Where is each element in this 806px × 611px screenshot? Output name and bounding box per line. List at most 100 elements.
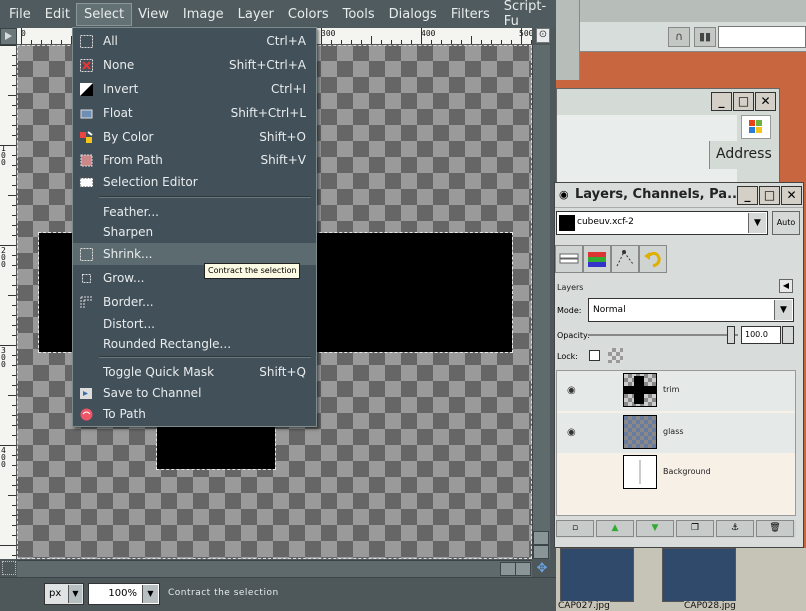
horizontal-scrollbar[interactable] (17, 560, 532, 577)
minimize-button[interactable]: _ (711, 92, 732, 111)
media-icon[interactable]: ▮▮ (694, 27, 716, 47)
headphones-icon[interactable]: ∩ (668, 27, 690, 47)
layer-row-glass[interactable]: ◉ glass (557, 413, 795, 453)
ruler-tick (12, 75, 16, 76)
opacity-slider[interactable] (588, 334, 738, 336)
anchor-layer-button[interactable]: ⚓ (716, 520, 754, 537)
menu-item-sharpen[interactable]: Sharpen (73, 221, 316, 243)
ruler-tick (12, 535, 16, 536)
menu-colors[interactable]: Colors (281, 4, 336, 25)
scroll-left-button[interactable] (500, 562, 516, 576)
file-caption[interactable]: CAP028.jpg (684, 601, 736, 611)
ruler-tick (8, 495, 16, 496)
background-input[interactable] (718, 26, 806, 48)
menu-item-label: Float (103, 106, 133, 120)
menu-item-save-to-channel[interactable]: Save to Channel (73, 382, 316, 404)
image-menu-arrow-button[interactable] (0, 28, 17, 45)
quick-mask-toggle[interactable] (2, 561, 16, 575)
menu-item-label: Shrink... (103, 247, 153, 261)
vertical-scrollbar[interactable] (532, 45, 550, 559)
opacity-field[interactable]: 100.0 (741, 326, 781, 344)
vertical-ruler[interactable]: 100 200 300 400 (0, 45, 17, 559)
menu-select[interactable]: Select (75, 2, 133, 26)
new-layer-button[interactable]: ▫ (556, 520, 594, 537)
mode-select[interactable]: Normal ▼ (588, 298, 794, 322)
close-button[interactable]: ✕ (755, 92, 776, 111)
opacity-spinner[interactable] (782, 326, 794, 344)
unit-select[interactable]: px ▼ (44, 583, 84, 605)
menu-item-shortcut: Shift+O (259, 130, 306, 144)
file-thumbnail[interactable] (560, 548, 634, 602)
lock-checkbox[interactable] (589, 350, 600, 361)
channels-tab-icon[interactable] (583, 245, 611, 273)
close-button[interactable]: ✕ (781, 186, 802, 205)
menu-dialogs[interactable]: Dialogs (382, 4, 444, 25)
menu-item-from-path[interactable]: From Path Shift+V (73, 149, 316, 171)
menu-item-float[interactable]: Float Shift+Ctrl+L (73, 102, 316, 124)
zoom-fit-icon[interactable]: ⊙ (536, 28, 550, 43)
scroll-down-button[interactable] (533, 545, 549, 559)
eye-icon[interactable]: ◉ (567, 385, 576, 396)
maximize-button[interactable]: □ (759, 186, 780, 205)
menu-item-shortcut: Shift+Q (259, 365, 306, 379)
ruler-tick (481, 40, 482, 44)
menu-filters[interactable]: Filters (444, 4, 497, 25)
lower-layer-button[interactable]: ▼ (636, 520, 674, 537)
menu-item-toggle-quick-mask[interactable]: Toggle Quick Mask Shift+Q (73, 361, 316, 383)
menu-item-none[interactable]: None Shift+Ctrl+A (73, 54, 316, 76)
menu-item-label: Grow... (103, 271, 145, 285)
minimize-button[interactable]: _ (737, 186, 758, 205)
menu-item-shortcut: Ctrl+I (271, 82, 306, 96)
opacity-slider-handle[interactable] (727, 326, 735, 344)
menu-item-by-color[interactable]: By Color Shift+O (73, 126, 316, 148)
menu-item-feather[interactable]: Feather... (73, 201, 316, 223)
selection-editor-icon (79, 175, 94, 190)
menu-edit[interactable]: Edit (38, 4, 77, 25)
eye-icon[interactable]: ◉ (567, 427, 576, 438)
raise-layer-button[interactable]: ▲ (596, 520, 634, 537)
scroll-right-button[interactable] (515, 562, 531, 576)
menu-item-selection-editor[interactable]: Selection Editor (73, 171, 316, 193)
menu-item-invert[interactable]: Invert Ctrl+I (73, 78, 316, 100)
menu-tools[interactable]: Tools (336, 4, 382, 25)
undo-tab-icon[interactable] (639, 245, 667, 273)
ruler-tick (12, 305, 16, 306)
ruler-tick (12, 375, 16, 376)
menu-view[interactable]: View (131, 4, 176, 25)
menu-file[interactable]: File (2, 4, 38, 25)
menu-image[interactable]: Image (176, 4, 231, 25)
layer-thumbnail (623, 415, 657, 449)
ruler-tick (12, 335, 16, 336)
menu-item-shrink[interactable]: Shrink... (73, 243, 316, 265)
delete-layer-button[interactable]: 🗑 (756, 520, 794, 537)
menu-layer[interactable]: Layer (231, 4, 281, 25)
menu-item-all[interactable]: All Ctrl+A (73, 30, 316, 52)
image-select-combo[interactable]: cubeuv.xcf-2 ▼ (556, 211, 768, 235)
menu-item-border[interactable]: Border... (73, 291, 316, 313)
zoom-combo[interactable]: 100% ▼ (88, 583, 160, 605)
dialog-menu-icon[interactable]: ◀ (779, 279, 793, 293)
navigate-icon[interactable]: ✥ (534, 561, 550, 577)
file-caption[interactable]: CAP027.jpg (558, 601, 610, 611)
menu-item-label: Sharpen (103, 225, 154, 239)
maximize-button[interactable]: □ (733, 92, 754, 111)
duplicate-layer-button[interactable]: ❐ (676, 520, 714, 537)
select-all-icon (79, 34, 94, 49)
paths-tab-icon[interactable] (611, 245, 639, 273)
menu-item-distort[interactable]: Distort... (73, 313, 316, 335)
menu-item-to-path[interactable]: To Path (73, 403, 316, 425)
lock-alpha-icon[interactable] (608, 348, 623, 363)
file-thumbnail[interactable] (662, 548, 736, 602)
auto-button[interactable]: Auto (772, 211, 800, 235)
ruler-tick (12, 85, 16, 86)
scroll-up-button[interactable] (533, 531, 549, 545)
layer-row-trim[interactable]: ◉ trim (557, 371, 795, 411)
menu-item-label: Feather... (103, 205, 159, 219)
ruler-tick (12, 315, 16, 316)
layers-tab-icon[interactable] (555, 245, 583, 273)
ruler-tick (21, 28, 22, 44)
menu-item-rounded-rectangle[interactable]: Rounded Rectangle... (73, 333, 316, 355)
ruler-tick (12, 265, 16, 266)
layer-row-background[interactable]: Background (557, 453, 795, 493)
ruler-tick (451, 40, 452, 44)
